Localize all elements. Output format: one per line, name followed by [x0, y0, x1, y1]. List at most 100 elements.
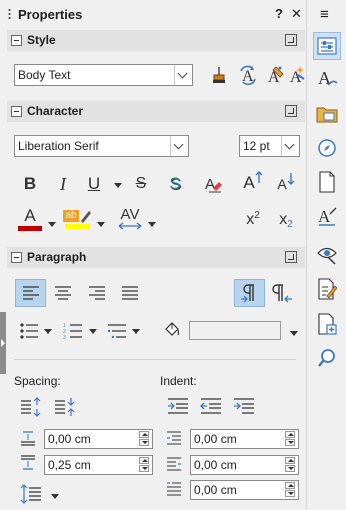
- spin-down-icon[interactable]: [285, 465, 295, 472]
- collapse-icon[interactable]: [11, 252, 22, 263]
- chevron-down-icon[interactable]: [281, 136, 299, 156]
- properties-tab[interactable]: [313, 32, 341, 60]
- spin-buttons[interactable]: [137, 457, 151, 473]
- bold-button[interactable]: B: [17, 172, 43, 196]
- spin-buttons[interactable]: [283, 482, 297, 498]
- highlight-dropdown-arrow[interactable]: [97, 222, 105, 227]
- sidebar-collapse-handle[interactable]: [0, 312, 6, 374]
- update-style-button[interactable]: A: [235, 63, 261, 87]
- decrease-indent-button[interactable]: [198, 395, 224, 419]
- shadow-button[interactable]: S: [162, 172, 188, 196]
- more-options-icon[interactable]: [285, 34, 297, 46]
- help-button[interactable]: ?: [275, 6, 283, 21]
- hanging-indent-button[interactable]: [231, 395, 257, 419]
- manage-changes-tab[interactable]: [313, 240, 341, 268]
- spin-down-icon[interactable]: [285, 439, 295, 446]
- ordered-list-button[interactable]: 123: [60, 319, 86, 343]
- spin-up-icon[interactable]: [285, 482, 295, 489]
- gallery-tab[interactable]: [313, 100, 341, 128]
- more-options-icon[interactable]: [285, 251, 297, 263]
- outline-list-button[interactable]: [104, 319, 130, 343]
- collapse-icon[interactable]: [11, 35, 22, 46]
- spin-up-icon[interactable]: [285, 457, 295, 464]
- align-center-button[interactable]: [50, 281, 76, 305]
- increase-paragraph-spacing-button[interactable]: [18, 395, 44, 419]
- design-tab[interactable]: [313, 275, 341, 303]
- italic-button[interactable]: I: [50, 172, 76, 196]
- left-to-right-button[interactable]: [234, 279, 265, 307]
- font-name-combo[interactable]: Liberation Serif: [14, 135, 189, 157]
- before-indent-field[interactable]: 0,00 cm: [190, 429, 299, 449]
- paint-bucket-icon: [213, 67, 225, 83]
- font-size-combo[interactable]: 12 pt: [239, 135, 300, 157]
- style-section-header[interactable]: Style: [7, 30, 305, 51]
- close-button[interactable]: ✕: [291, 6, 302, 22]
- highlight-color-button[interactable]: ab: [63, 207, 91, 231]
- styles-tab[interactable]: A: [313, 64, 341, 92]
- section-divider: [14, 359, 296, 360]
- collapse-icon[interactable]: [11, 106, 22, 117]
- character-spacing-button[interactable]: AV: [114, 206, 146, 230]
- grip-icon[interactable]: [8, 8, 11, 20]
- align-right-button[interactable]: [84, 281, 110, 305]
- page-tab[interactable]: [313, 168, 341, 196]
- spin-up-icon[interactable]: [139, 457, 149, 464]
- sidebar-menu-button[interactable]: ≡: [320, 6, 329, 23]
- above-spacing-field[interactable]: 0,00 cm: [44, 429, 153, 449]
- outline-list-dropdown-arrow[interactable]: [132, 329, 140, 334]
- line-spacing-dropdown-arrow[interactable]: [51, 494, 59, 499]
- spin-buttons[interactable]: [137, 431, 151, 447]
- horizontal-arrows-icon: [118, 221, 142, 230]
- character-section-header[interactable]: Character: [7, 101, 305, 122]
- paragraph-style-value: Body Text: [18, 68, 71, 82]
- find-tab[interactable]: [313, 344, 341, 372]
- navigator-tab[interactable]: [313, 134, 341, 162]
- svg-text:3: 3: [63, 335, 66, 340]
- after-indent-field[interactable]: 0,00 cm: [190, 455, 299, 475]
- spin-up-icon[interactable]: [285, 431, 295, 438]
- grow-font-glyph: A: [243, 173, 255, 192]
- superscript-button[interactable]: x2: [240, 208, 266, 232]
- background-color-dropdown-arrow[interactable]: [290, 331, 298, 336]
- below-spacing-field[interactable]: 0,25 cm: [44, 455, 153, 475]
- line-spacing-button[interactable]: [18, 482, 44, 506]
- unordered-list-dropdown-arrow[interactable]: [44, 329, 52, 334]
- spin-down-icon[interactable]: [139, 439, 149, 446]
- underline-button[interactable]: U: [81, 172, 107, 196]
- font-color-dropdown-arrow[interactable]: [48, 222, 56, 227]
- font-color-button[interactable]: A: [17, 207, 43, 231]
- spacing-dropdown-arrow[interactable]: [148, 222, 156, 227]
- paragraph-background-color-field[interactable]: [189, 321, 281, 340]
- style-inspector-tab[interactable]: A: [313, 203, 341, 231]
- grow-font-button[interactable]: A: [240, 171, 266, 195]
- more-options-icon[interactable]: [285, 105, 297, 117]
- increase-indent-button[interactable]: [165, 395, 191, 419]
- sparkle-style-icon: A: [290, 66, 305, 85]
- justify-button[interactable]: [117, 281, 143, 305]
- shrink-font-button[interactable]: A: [273, 172, 299, 196]
- strikethrough-button[interactable]: S: [128, 172, 154, 196]
- paragraph-section-header[interactable]: Paragraph: [7, 247, 305, 268]
- clear-formatting-button[interactable]: A: [200, 172, 226, 196]
- right-to-left-button[interactable]: [270, 281, 296, 305]
- paragraph-style-combo[interactable]: Body Text: [14, 64, 193, 86]
- spin-up-icon[interactable]: [139, 431, 149, 438]
- spin-down-icon[interactable]: [139, 465, 149, 472]
- spin-buttons[interactable]: [283, 457, 297, 473]
- spin-buttons[interactable]: [283, 431, 297, 447]
- chevron-down-icon[interactable]: [174, 65, 192, 85]
- svg-text:A: A: [318, 207, 331, 226]
- set-paragraph-style-button[interactable]: [206, 63, 232, 87]
- accessibility-check-tab[interactable]: [313, 310, 341, 338]
- underline-dropdown-arrow[interactable]: [114, 183, 122, 188]
- decrease-paragraph-spacing-button[interactable]: [52, 395, 78, 419]
- first-line-indent-field[interactable]: 0,00 cm: [190, 480, 299, 500]
- ordered-list-dropdown-arrow[interactable]: [89, 329, 97, 334]
- chevron-down-icon[interactable]: [170, 136, 188, 156]
- align-left-button[interactable]: [15, 279, 46, 307]
- spin-down-icon[interactable]: [285, 490, 295, 497]
- subscript-button[interactable]: x2: [273, 208, 299, 232]
- unordered-list-button[interactable]: [16, 319, 42, 343]
- eraser-icon: A: [205, 176, 222, 193]
- paragraph-background-button[interactable]: [158, 318, 184, 342]
